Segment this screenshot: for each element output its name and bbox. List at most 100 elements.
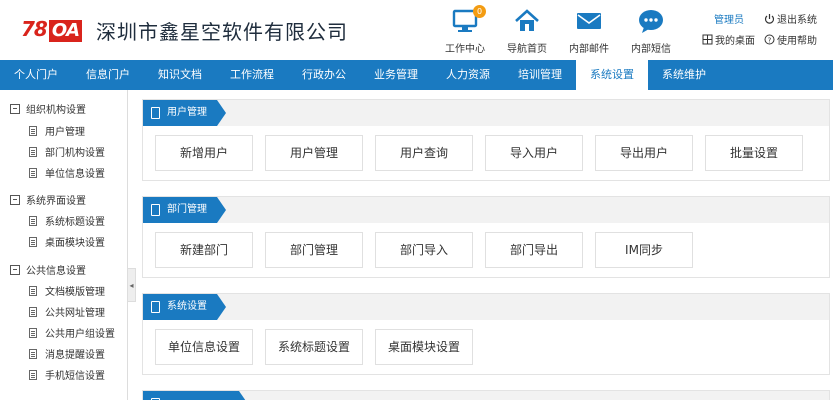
action-button[interactable]: 部门导出 (485, 232, 583, 268)
mainnav-item[interactable]: 个人门户 (0, 60, 72, 90)
tree-item-label: 手机短信设置 (45, 371, 105, 382)
action-button[interactable]: IM同步 (595, 232, 693, 268)
collapse-box-icon (10, 264, 20, 275)
document-icon (29, 348, 37, 359)
section-title: 用户管理 (167, 107, 207, 118)
nav-label: 工作中心 (445, 44, 485, 55)
action-button[interactable]: 部门管理 (265, 232, 363, 268)
section-department-management: 部门管理 新建部门 部门管理 部门导入 部门导出 IM同步 (142, 196, 830, 278)
section-title-tag: 系统设置 (143, 294, 226, 320)
page-icon (151, 301, 160, 313)
tree-item-label: 用户管理 (45, 127, 85, 138)
nav-work-center[interactable]: 0 工作中心 (434, 5, 496, 55)
action-button[interactable]: 用户查询 (375, 135, 473, 171)
tree-item[interactable]: 桌面模块设置 (29, 234, 105, 249)
section-user-management: 用户管理 新增用户 用户管理 用户查询 导入用户 导出用户 批量设置 (142, 99, 830, 181)
my-desktop-label: 我的桌面 (715, 36, 755, 47)
logo: 78 OA (21, 16, 83, 42)
action-button[interactable]: 新增用户 (155, 135, 253, 171)
mainnav-item[interactable]: 培训管理 (504, 60, 576, 90)
document-icon (29, 167, 37, 178)
section-header: 用户管理 (143, 100, 829, 126)
mail-icon (576, 8, 602, 34)
action-button[interactable]: 桌面模块设置 (375, 329, 473, 365)
nav-label: 内部短信 (631, 44, 671, 55)
section-title-tag: 用户管理 (143, 100, 226, 126)
notification-badge: 0 (473, 5, 486, 18)
tree-item-label: 公共用户组设置 (45, 329, 115, 340)
logo-oa: OA (48, 19, 83, 42)
grid-icon (702, 34, 713, 45)
tree-item[interactable]: 公共网址管理 (29, 304, 105, 319)
document-icon (29, 125, 37, 136)
action-button[interactable]: 导出用户 (595, 135, 693, 171)
logo-number: 78 (21, 16, 48, 41)
section-title-tag (143, 391, 248, 400)
tree-item[interactable]: 系统标题设置 (29, 213, 105, 228)
mainnav-item-active[interactable]: 系统设置 (576, 60, 648, 90)
tree-group[interactable]: 组织机构设置 (10, 101, 86, 116)
collapse-box-icon (10, 194, 20, 205)
mainnav-item[interactable]: 人力资源 (432, 60, 504, 90)
section-title: 系统设置 (167, 301, 207, 312)
tree-item-label: 消息提醒设置 (45, 350, 105, 361)
tree-group[interactable]: 系统界面设置 (10, 192, 86, 207)
tree-item-label: 单位信息设置 (45, 169, 105, 180)
tree-item[interactable]: 消息提醒设置 (29, 346, 105, 361)
mainnav-item[interactable]: 业务管理 (360, 60, 432, 90)
mainnav-item[interactable]: 行政办公 (288, 60, 360, 90)
document-icon (29, 236, 37, 247)
sidebar-collapse-toggle[interactable]: ◂ (127, 268, 136, 302)
svg-text:?: ? (768, 36, 772, 44)
tree-group[interactable]: 公共信息设置 (10, 262, 86, 277)
action-button[interactable]: 用户管理 (265, 135, 363, 171)
nav-label: 内部邮件 (569, 44, 609, 55)
tree-item[interactable]: 单位信息设置 (29, 165, 105, 180)
logout-label: 退出系统 (777, 15, 817, 26)
action-button[interactable]: 部门导入 (375, 232, 473, 268)
mainnav-item[interactable]: 知识文档 (144, 60, 216, 90)
section-partial (142, 390, 830, 400)
power-icon (764, 13, 775, 24)
section-system-settings: 系统设置 单位信息设置 系统标题设置 桌面模块设置 (142, 293, 830, 375)
tree-item[interactable]: 手机短信设置 (29, 367, 105, 382)
tree-item[interactable]: 用户管理 (29, 123, 85, 138)
section-header: 部门管理 (143, 197, 829, 223)
help-icon: ? (764, 34, 775, 45)
logout-button[interactable]: 退出系统 (764, 11, 817, 26)
nav-home[interactable]: 导航首页 (496, 8, 558, 55)
action-button[interactable]: 导入用户 (485, 135, 583, 171)
tree-item[interactable]: 部门机构设置 (29, 144, 105, 159)
action-button[interactable]: 单位信息设置 (155, 329, 253, 365)
page-icon (151, 204, 160, 216)
username[interactable]: 管理员 (714, 11, 744, 26)
mainnav-item[interactable]: 信息门户 (72, 60, 144, 90)
main-nav: 个人门户 信息门户 知识文档 工作流程 行政办公 业务管理 人力资源 培训管理 … (0, 60, 833, 90)
page-icon (151, 107, 160, 119)
tree-item-label: 部门机构设置 (45, 148, 105, 159)
document-icon (29, 327, 37, 338)
app-header: 78 OA 深圳市鑫星空软件有限公司 0 工作中心 导航首页 内部邮件 内部短信 … (0, 0, 833, 60)
tree-group-label: 组织机构设置 (26, 105, 86, 116)
document-icon (29, 285, 37, 296)
tree-group-label: 系统界面设置 (26, 196, 86, 207)
nav-mail[interactable]: 内部邮件 (558, 8, 620, 55)
company-name: 深圳市鑫星空软件有限公司 (96, 20, 348, 44)
section-title-tag: 部门管理 (143, 197, 226, 223)
action-button[interactable]: 新建部门 (155, 232, 253, 268)
my-desktop-button[interactable]: 我的桌面 (702, 32, 755, 47)
action-button[interactable]: 系统标题设置 (265, 329, 363, 365)
collapse-box-icon (10, 103, 20, 114)
tree-item[interactable]: 公共用户组设置 (29, 325, 115, 340)
document-icon (29, 369, 37, 380)
document-icon (29, 146, 37, 157)
action-button[interactable]: 批量设置 (705, 135, 803, 171)
mainnav-item[interactable]: 系统维护 (648, 60, 720, 90)
nav-sms[interactable]: 内部短信 (620, 8, 682, 55)
help-button[interactable]: ? 使用帮助 (764, 32, 817, 47)
tree-item[interactable]: 文档模版管理 (29, 283, 105, 298)
tree-item-label: 桌面模块设置 (45, 238, 105, 249)
mainnav-item[interactable]: 工作流程 (216, 60, 288, 90)
document-icon (29, 306, 37, 317)
monitor-icon: 0 (452, 5, 486, 34)
